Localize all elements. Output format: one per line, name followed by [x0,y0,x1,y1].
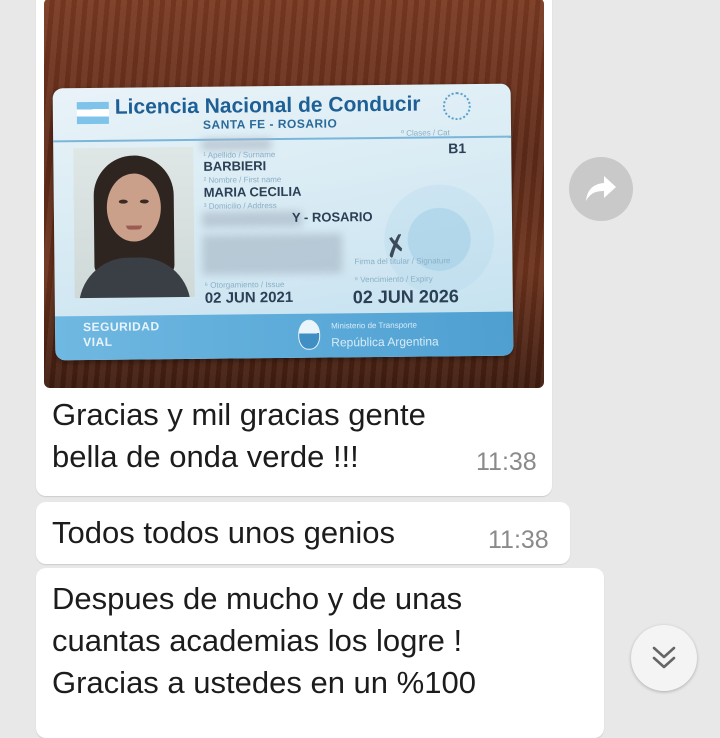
republica-text: República Argentina [331,334,439,350]
message-bubble[interactable]: Despues de mucho y de unas cuantas acade… [36,568,604,738]
address-value: Y - ROSARIO [291,209,373,225]
issue-date: 02 JUN 2021 [204,288,294,307]
message-text: Todos todos unos genios [52,515,395,550]
forward-button[interactable] [569,157,633,221]
holder-portrait [73,146,195,299]
signature-label: Firma del titular / Signature [354,256,451,267]
ministerio-text: Ministerio de Transporte [331,320,417,331]
message-timestamp: 11:38 [476,448,537,476]
image-message-bubble[interactable]: Licencia Nacional de Conducir SANTA FE -… [36,0,552,496]
argentina-flag-icon [76,101,109,125]
scroll-to-bottom-button[interactable] [631,625,697,691]
surname-value: BARBIERI [203,158,267,174]
license-title: Licencia Nacional de Conducir [114,92,421,119]
clases-label: º Clases / Cat [401,128,450,138]
license-class: B1 [448,140,467,157]
redaction-blur [201,138,272,151]
license-photo[interactable]: Licencia Nacional de Conducir SANTA FE -… [44,0,544,388]
message-text: Despues de mucho y de unas cuantas acade… [52,581,476,700]
redaction-blur [201,210,303,228]
forward-arrow-icon [586,176,616,201]
seguridad-vial-text: SEGURIDAD VIAL [83,319,160,350]
rosette-icon [442,92,471,121]
first-name-value: MARIA CECILIA [203,183,302,200]
expiry-label: ⁸ Vencimiento / Expiry [354,274,433,285]
national-emblem-icon [298,319,321,350]
expiry-date: 02 JUN 2026 [352,286,459,308]
message-text: Gracias y mil gracias gente bella de ond… [52,397,426,474]
driver-license-card: Licencia Nacional de Conducir SANTA FE -… [52,83,514,361]
address-label: ³ Domicilio / Address [203,201,277,211]
license-subtitle: SANTA FE - ROSARIO [202,116,338,132]
message-timestamp: 11:38 [488,526,549,554]
redaction-blur [202,233,343,275]
double-chevron-down-icon [652,646,676,669]
message-bubble[interactable]: Todos todos unos genios 11:38 [36,502,570,564]
